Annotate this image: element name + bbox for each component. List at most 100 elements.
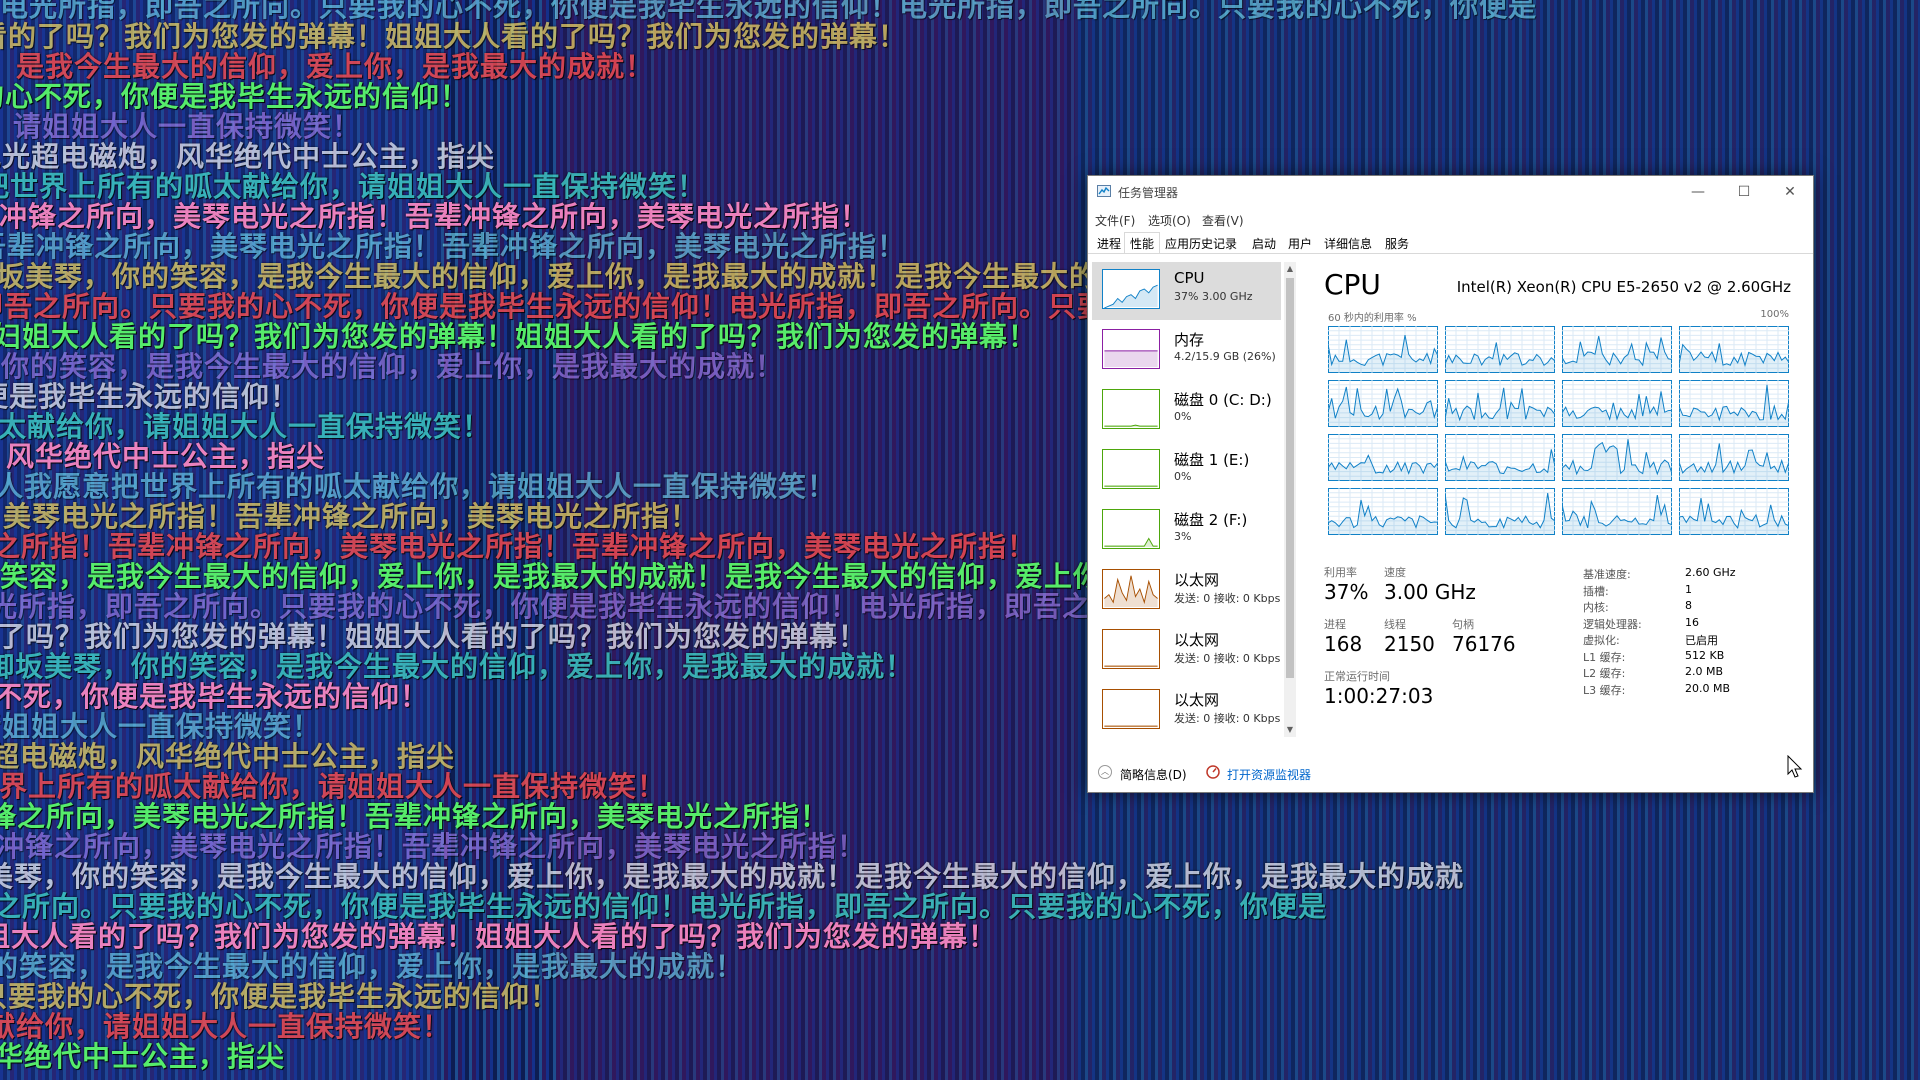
danmaku-line: 吾辈冲锋之所向，美琴电光之所指！吾辈冲锋之所向，美琴电光之所指！: [0, 500, 700, 533]
tab-strip: 进程 性能 应用历史记录 启动 用户 详细信息 服务: [1088, 232, 1813, 254]
resource-item[interactable]: 以太网发送: 0 接收: 0 Kbps: [1092, 622, 1281, 680]
title-bar[interactable]: 任务管理器 — ☐ ✕: [1088, 176, 1813, 208]
resource-item[interactable]: 以太网发送: 0 接收: 0 Kbps: [1092, 682, 1281, 737]
processor-graph: [1328, 326, 1438, 373]
spec-value: 512 KB: [1685, 648, 1725, 662]
danmaku-line: 电光所指，即吾之所向。只要我的心不死，你便是我毕生永远的信仰！电光所指，即吾之所…: [0, 0, 1538, 23]
processor-graph: [1445, 434, 1555, 481]
resource-title: 内存: [1174, 331, 1205, 349]
spec-label: 内核:: [1583, 601, 1609, 614]
resource-thumbnail: [1102, 329, 1160, 369]
task-manager-icon: [1097, 185, 1111, 197]
tab-performance[interactable]: 性能: [1124, 232, 1161, 254]
tab-details[interactable]: 详细信息: [1318, 232, 1378, 254]
resource-item[interactable]: 内存 4.2/15.9 GB (26%): [1092, 322, 1281, 380]
uptime-label: 正常运行时间: [1324, 670, 1390, 683]
resource-item[interactable]: 磁盘 0 (C: D:) 0%: [1092, 382, 1281, 440]
danmaku-line: 所有的呱太献给你，请姐姐大人一直保持微笑！: [0, 110, 362, 143]
danmaku-line: 只要我的心不死，你便是我毕生永远的信仰！: [0, 680, 430, 713]
danmaku-line: 姐姐大人我愿意把世界上所有的呱太献给你，请姐姐大人一直保持微笑！: [0, 770, 667, 803]
danmaku-line: 御坂美琴，你的笑容，是我今生最大的信仰，爱上你，是我最大的成就！: [0, 950, 745, 983]
spec-label: L1 缓存:: [1583, 650, 1626, 664]
close-button[interactable]: ✕: [1767, 176, 1813, 208]
processor-graph: [1679, 434, 1789, 481]
speed-label: 速度: [1384, 566, 1406, 579]
spec-value: 已启用: [1685, 634, 1718, 647]
resource-title: 以太网: [1174, 571, 1220, 589]
tab-divider: [1088, 253, 1813, 254]
danmaku-line: 美琴电光超电磁炮，风华绝代中士公主，指尖: [0, 740, 456, 773]
resource-item[interactable]: 磁盘 1 (E:) 0%: [1092, 442, 1281, 500]
danmaku-line: 姐姐大人我愿意把世界上所有的呱太献给你，请姐姐大人一直保持微笑！: [0, 170, 707, 203]
resource-subtitle: 发送: 0 接收: 0 Kbps: [1174, 652, 1281, 665]
danmaku-line: 美琴电光超电磁炮，风华绝代中士公主，指尖: [0, 440, 326, 473]
menu-view[interactable]: 查看(V): [1202, 212, 1244, 229]
resource-list-scrollbar[interactable]: ▲ ▼: [1284, 262, 1296, 737]
threads-value: 2150: [1384, 632, 1435, 656]
danmaku-line: 御坂美琴，你的笑容，是我今生最大的信仰，爱上你，是我最大的成就！: [0, 350, 785, 383]
spec-label: 基准速度:: [1583, 568, 1631, 581]
open-resource-monitor-link[interactable]: 打开资源监视器: [1227, 766, 1311, 783]
resource-subtitle: 0%: [1174, 410, 1192, 423]
danmaku-line: 妇姐大人看的了吗？我们为您发的弹幕！姐姐大人看的了吗？我们为您发的弹幕！: [0, 620, 868, 653]
danmaku-line: 电光之所指！吾辈冲锋之所向，美琴电光之所指！吾辈冲锋之所向，美琴电光之所指！: [0, 230, 907, 263]
resource-subtitle: 37% 3.00 GHz: [1174, 290, 1253, 303]
spec-label: 逻辑处理器:: [1583, 617, 1642, 631]
processor-graph: [1562, 326, 1672, 373]
resource-subtitle: 4.2/15.9 GB (26%): [1174, 350, 1276, 363]
danmaku-line: 只要我的心不死，你便是我毕生永远的信仰！: [0, 980, 560, 1013]
processor-graph: [1445, 326, 1555, 373]
spec-value: 2.60 GHz: [1685, 566, 1736, 579]
fewer-details-button[interactable]: 简略信息(D): [1120, 766, 1187, 783]
cpu-model: Intel(R) Xeon(R) CPU E5-2650 v2 @ 2.60GH…: [1456, 278, 1791, 296]
resource-item[interactable]: 以太网 发送: 0 接收: 0 Kbps: [1092, 562, 1281, 620]
tab-services[interactable]: 服务: [1379, 232, 1415, 254]
mouse-cursor-icon: [1787, 755, 1803, 778]
processor-graph: [1328, 434, 1438, 481]
tab-app-history[interactable]: 应用历史记录: [1159, 232, 1243, 254]
resource-item[interactable]: CPU 37% 3.00 GHz: [1092, 262, 1281, 320]
danmaku-line: 吾辈冲锋之所向，美琴电光之所指！吾辈冲锋之所向，美琴电光之所指！: [0, 200, 870, 233]
maximize-button[interactable]: ☐: [1721, 176, 1767, 208]
menu-options[interactable]: 选项(O): [1148, 212, 1191, 229]
danmaku-line: 所有的呱太献给你，请姐姐大人一直保持微笑！: [0, 1010, 452, 1043]
spec-value: 16: [1685, 615, 1699, 629]
spec-value: 1: [1685, 582, 1692, 596]
processor-graph: [1562, 434, 1672, 481]
processes-label: 进程: [1324, 618, 1346, 631]
panel-title: CPU: [1324, 268, 1381, 301]
scroll-up-icon[interactable]: ▲: [1284, 262, 1296, 276]
tab-users[interactable]: 用户: [1282, 232, 1318, 254]
scroll-thumb[interactable]: [1286, 278, 1294, 678]
menu-file[interactable]: 文件(F): [1095, 212, 1135, 229]
danmaku-line: 御坂美琴，你的笑容，是我今生最大的信仰，爱上你，是我最大的成就！: [0, 650, 915, 683]
danmaku-line: 电光所指，即吾之所向。只要我的心不死，你便是我毕生永远的信仰！电光所指，即吾之所…: [0, 890, 1328, 923]
processor-graph: [1328, 488, 1438, 535]
resource-item[interactable]: 磁盘 2 (F:) 3%: [1092, 502, 1281, 560]
tab-processes[interactable]: 进程: [1091, 232, 1127, 254]
danmaku-line: 妇姐大人看的了吗？我们为您发的弹幕！姐姐大人看的了吗？我们为您发的弹幕！: [0, 20, 908, 53]
resource-list: CPU 37% 3.00 GHz 内存 4.2/15.9 GB (26%) 磁盘 0 (…: [1088, 262, 1288, 737]
danmaku-line: 所有的呱太献给你，请姐姐大人一直保持微笑！: [0, 410, 492, 443]
resource-thumbnail: [1102, 569, 1160, 609]
resource-thumbnail: [1102, 269, 1160, 309]
danmaku-line: 御坂美琴，你的笑容，是我今生最大的信仰，爱上你，是我最大的成就！: [0, 50, 655, 83]
footer: ︿ 简略信息(D) 打开资源监视器: [1088, 758, 1813, 788]
resource-subtitle: 0%: [1174, 470, 1192, 483]
resource-title: 以太网: [1174, 631, 1220, 649]
graph-caption: 60 秒内的利用率 %: [1328, 313, 1417, 324]
tab-startup[interactable]: 启动: [1246, 232, 1282, 254]
resource-thumbnail: [1102, 449, 1160, 489]
danmaku-line: 只要我的心不死，你便是我毕生永远的信仰！: [0, 80, 470, 113]
spec-label: L3 缓存:: [1583, 683, 1626, 697]
danmaku-line: 所有的呱太献给你，请姐姐大人一直保持微笑！: [0, 710, 322, 743]
chevron-up-icon[interactable]: ︿: [1098, 765, 1112, 779]
minimize-button[interactable]: —: [1675, 176, 1721, 208]
resource-subtitle: 发送: 0 接收: 0 Kbps: [1174, 712, 1281, 725]
spec-label: 虚拟化:: [1583, 634, 1620, 647]
utilization-label: 利用率: [1324, 566, 1357, 579]
graph-max-label: 100%: [1760, 309, 1789, 320]
resource-title: 以太网: [1174, 691, 1220, 709]
scroll-down-icon[interactable]: ▼: [1284, 723, 1296, 737]
processor-graph: [1679, 488, 1789, 535]
